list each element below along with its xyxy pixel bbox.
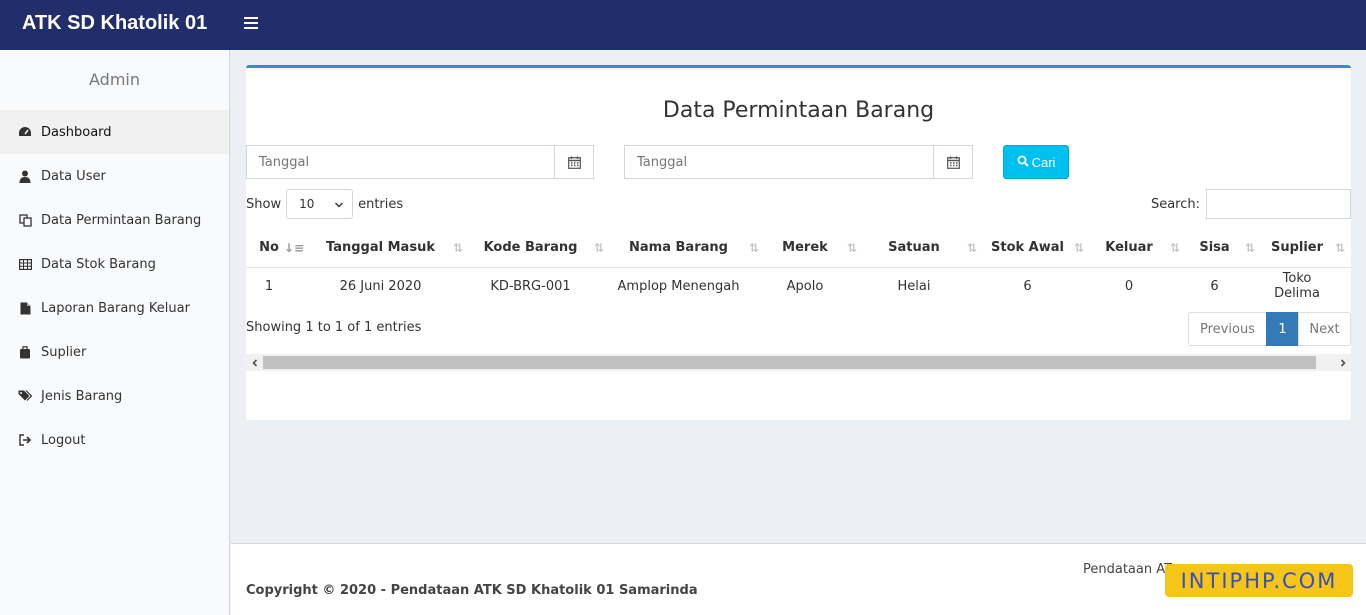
date-from-input[interactable] (246, 145, 556, 179)
sort-icon: ⇅ (452, 241, 463, 255)
footer-app-name: Pendataan AT (1083, 562, 1173, 577)
table-search: Search: (1151, 189, 1351, 219)
sidebar-item-data-user[interactable]: Data User (0, 154, 229, 198)
search-label: Search: (1150, 196, 1200, 212)
cari-button-label: Cari (1031, 154, 1056, 170)
sort-icon: ⇅ (1169, 241, 1180, 255)
sidebar-item-label: Jenis Barang (41, 388, 123, 404)
next-page-button[interactable]: Next (1298, 312, 1351, 346)
chevron-down-icon (334, 199, 344, 213)
sidebar-item-logout[interactable]: Logout (0, 418, 229, 462)
main-content: Data Permintaan Barang Cari Show 10 (231, 50, 1366, 543)
show-label: Show (246, 196, 282, 212)
table-cell: 6 (1023, 278, 1032, 294)
sidebar-item-data-permintaan-barang[interactable]: Data Permintaan Barang (0, 198, 229, 242)
tags-icon (18, 389, 32, 403)
sidebar-user-name: Admin (89, 70, 140, 89)
sidebar-item-label: Dashboard (41, 124, 112, 140)
page-title: Data Permintaan Barang (662, 98, 935, 123)
sidebar-item-laporan-barang-keluar[interactable]: Laporan Barang Keluar (0, 286, 229, 330)
table-cell: 0 (1124, 278, 1134, 294)
scroll-left-icon[interactable] (246, 354, 263, 371)
watermark-badge: INTIPHP.COM (1165, 564, 1353, 597)
page-length-select[interactable]: 10 (286, 189, 354, 219)
table-row: 1 26 Juni 2020 KD-BRG-001 Amplop Menenga… (246, 267, 1351, 305)
table-cell: 1 (264, 278, 274, 294)
table-header-row: No ↓≡ Tanggal Masuk ⇅ Kode Barang ⇅ Nama Ba… (246, 229, 1351, 268)
sidebar-item-label: Logout (41, 432, 86, 448)
length-control: Show 10 entries (246, 189, 403, 219)
sign-out-icon (18, 433, 32, 447)
sort-icon: ⇅ (593, 241, 604, 255)
column-header[interactable]: No ↓≡ (246, 229, 310, 268)
sidebar-item-jenis-barang[interactable]: Jenis Barang (0, 374, 229, 418)
sidebar-item-label: Laporan Barang Keluar (41, 300, 190, 316)
column-header[interactable]: Sisa ⇅ (1186, 229, 1261, 268)
sidebar-item-dashboard[interactable]: Dashboard (0, 110, 229, 154)
table-cell: Helai (897, 278, 931, 294)
column-header[interactable]: Merek ⇅ (765, 229, 863, 268)
table-cell: 26 Juni 2020 (339, 278, 422, 294)
data-table: No ↓≡ Tanggal Masuk ⇅ Kode Barang ⇅ Nama Ba… (246, 229, 1351, 305)
column-header[interactable]: Nama Barang ⇅ (610, 229, 765, 268)
sort-icon: ⇅ (1244, 241, 1255, 255)
table-cell: 6 (1210, 278, 1219, 294)
column-header[interactable]: Stok Awal ⇅ (983, 229, 1090, 268)
copy-icon (18, 213, 32, 227)
dashboard-icon (18, 125, 32, 139)
calendar-icon[interactable] (934, 145, 973, 179)
date-to-group (624, 145, 973, 179)
entries-label: entries (358, 196, 404, 212)
horizontal-scrollbar[interactable] (246, 354, 1351, 371)
top-navbar: ATK SD Khatolik 01 (0, 0, 1366, 50)
table-info: Showing 1 to 1 of 1 entries (246, 320, 422, 335)
search-input[interactable] (1206, 189, 1351, 219)
sidebar: Admin Dashboard Data User Data Permintaa… (0, 50, 230, 615)
sort-icon: ⇅ (748, 241, 759, 255)
copyright-text: Copyright © 2020 - Pendataan ATK SD Khat… (246, 583, 698, 598)
page-1-button[interactable]: 1 (1266, 312, 1299, 346)
app-brand[interactable]: ATK SD Khatolik 01 (22, 12, 207, 35)
scroll-right-icon[interactable] (1334, 354, 1351, 371)
sidebar-item-label: Data User (41, 168, 106, 184)
date-to-input[interactable] (624, 145, 935, 179)
table-cell: Amplop Menengah (617, 278, 740, 294)
user-icon (18, 169, 32, 183)
sort-icon: ⇅ (966, 241, 977, 255)
data-box: Data Permintaan Barang Cari Show 10 (246, 65, 1351, 420)
table-icon (18, 257, 32, 271)
search-icon (1017, 155, 1029, 170)
date-from-group (246, 145, 594, 179)
table-cell: Apolo (786, 278, 824, 294)
sort-icon: ⇅ (1334, 241, 1345, 255)
previous-page-button[interactable]: Previous (1188, 312, 1267, 346)
hamburger-menu-icon[interactable] (244, 17, 258, 31)
file-icon (18, 301, 32, 315)
scrollbar-thumb[interactable] (263, 356, 1316, 369)
sidebar-item-label: Data Stok Barang (41, 256, 156, 272)
page-length-value: 10 (299, 197, 315, 211)
sidebar-item-data-stok-barang[interactable]: Data Stok Barang (0, 242, 229, 286)
cari-button[interactable]: Cari (1003, 145, 1069, 179)
sort-icon: ⇅ (846, 241, 857, 255)
pagination: Previous 1 Next (1188, 312, 1351, 346)
column-header[interactable]: Suplier ⇅ (1261, 229, 1351, 268)
suitcase-icon (18, 345, 32, 359)
sort-icon: ⇅ (1073, 241, 1084, 255)
column-header[interactable]: Satuan ⇅ (863, 229, 983, 268)
column-header[interactable]: Keluar ⇅ (1090, 229, 1186, 268)
calendar-icon[interactable] (555, 145, 594, 179)
column-header[interactable]: Kode Barang ⇅ (469, 229, 610, 268)
sidebar-item-label: Suplier (41, 344, 87, 360)
table-cell: Toko Delima (1274, 271, 1320, 302)
sidebar-item-label: Data Permintaan Barang (41, 212, 202, 228)
table-cell: KD-BRG-001 (490, 278, 571, 294)
column-header[interactable]: Tanggal Masuk ⇅ (310, 229, 469, 268)
sidebar-item-suplier[interactable]: Suplier (0, 330, 229, 374)
sort-asc-icon: ↓≡ (283, 241, 304, 255)
